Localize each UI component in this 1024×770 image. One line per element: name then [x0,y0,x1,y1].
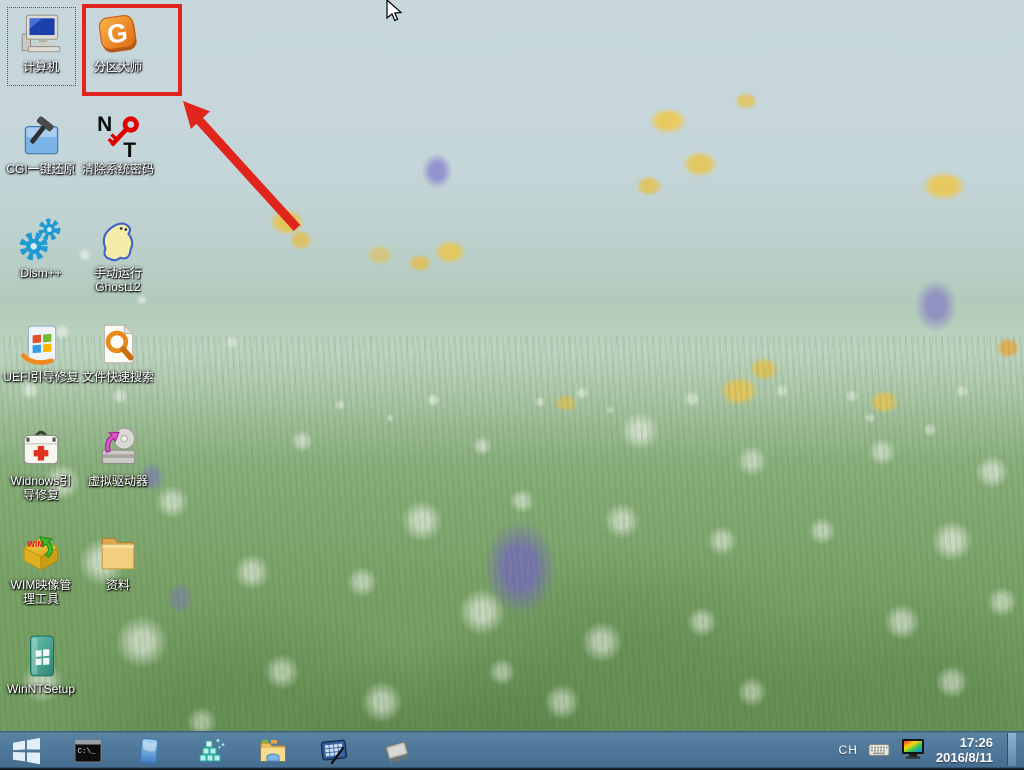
cgi-restore-icon [17,112,65,160]
desktop-icon-label: 手动运行 Ghost12 [94,266,142,294]
virtual-drive-icon [94,424,142,472]
wim-box-icon: WIM [17,528,65,576]
desktop-icon-label: 资料 [106,578,130,592]
desktop-icon-label: UEFI引导修复 [3,370,78,384]
folder-icon [94,528,142,576]
clock-time: 17:26 [960,735,993,750]
start-button[interactable] [8,734,44,767]
nt-letter-t: T [123,139,136,159]
desktop-screen: 计算机 G 分区大师 CGI一键还原 [0,0,1024,770]
desktop-icon-file-search[interactable]: 文件快速搜索 [81,320,155,384]
keyboard-tray-icon[interactable] [868,743,890,757]
winntsetup-icon [17,632,65,680]
system-tray: CH 17:26 2016/8/11 [839,731,1016,768]
partition-master-icon: G [94,10,142,58]
taskbar-tablet-input[interactable] [316,734,352,767]
taskbar-memory-chip[interactable] [379,734,415,767]
desktop-icon-label: Widnows引 导修复 [11,474,72,502]
tablet-pen-icon [319,736,349,766]
desktop-icon-label: 虚拟驱动器 [88,474,148,488]
cmd-prompt-text: C:\_ [78,748,97,756]
file-search-icon [94,320,142,368]
clock-date: 2016/8/11 [936,750,993,765]
taskbar-notes-panel[interactable] [131,734,167,767]
desktop-icon-label: 文件快速搜索 [82,370,154,384]
desktop-icon-virtual-drive[interactable]: 虚拟驱动器 [81,424,155,488]
desktop-icon-computer[interactable]: 计算机 [4,10,78,74]
show-desktop-button[interactable] [1007,733,1016,766]
nt-letter-n: N [97,113,112,136]
display-settings-tray-icon[interactable] [900,738,926,761]
desktop-icon-ghost[interactable]: 手动运行 Ghost12 [81,216,155,294]
desktop-icon-label: WIM映像管 理工具 [11,578,72,606]
desktop-icon-label: WinNTSetup [7,682,75,696]
command-prompt-icon: C:\_ [73,736,103,766]
taskbar-command-prompt[interactable]: C:\_ [70,734,106,767]
taskbar: C:\_ [0,731,1024,770]
taskbar-clock[interactable]: 17:26 2016/8/11 [936,735,993,765]
gears-icon [17,216,65,264]
desktop-icon-dism[interactable]: Dism++ [4,216,78,280]
desktop-icon-partition-master[interactable]: G 分区大师 [81,10,155,74]
desktop-icon-windows-boot-repair[interactable]: Widnows引 导修复 [4,424,78,502]
taskbar-file-explorer[interactable] [255,734,291,767]
windows-start-icon [11,736,42,765]
explorer-folder-icon [258,736,288,766]
desktop-icon-label: Dism++ [20,266,61,280]
nt-password-icon: N T [94,112,142,160]
first-aid-kit-icon [17,424,65,472]
taskbar-registry-editor[interactable] [193,734,229,767]
ghost-icon [94,216,142,264]
computer-icon [17,10,65,58]
desktop-icon-uefi-fix[interactable]: UEFI引导修复 [4,320,78,384]
blue-panel-icon [134,736,164,766]
desktop-icon-label: 计算机 [23,60,59,74]
desktop-icon-wim-manager[interactable]: WIM WIM映像管 理工具 [4,528,78,606]
registry-cubes-icon [196,736,226,766]
input-language-indicator[interactable]: CH [839,743,858,757]
windows-flag-repair-icon [17,320,65,368]
desktop-icon-data-folder[interactable]: 资料 [81,528,155,592]
desktop-icon-clear-password[interactable]: N T 清除系统密码 [81,112,155,176]
wim-text: WIM [27,539,44,549]
desktop-icon-label: CGI一键还原 [6,162,75,176]
desktop-icon-cgi-restore[interactable]: CGI一键还原 [4,112,78,176]
memory-chip-icon [382,736,412,766]
desktop-icon-label: 清除系统密码 [82,162,154,176]
desktop-icon-winntsetup[interactable]: WinNTSetup [4,632,78,696]
desktop-icon-label: 分区大师 [94,60,142,74]
partition-g-letter: G [105,17,129,50]
